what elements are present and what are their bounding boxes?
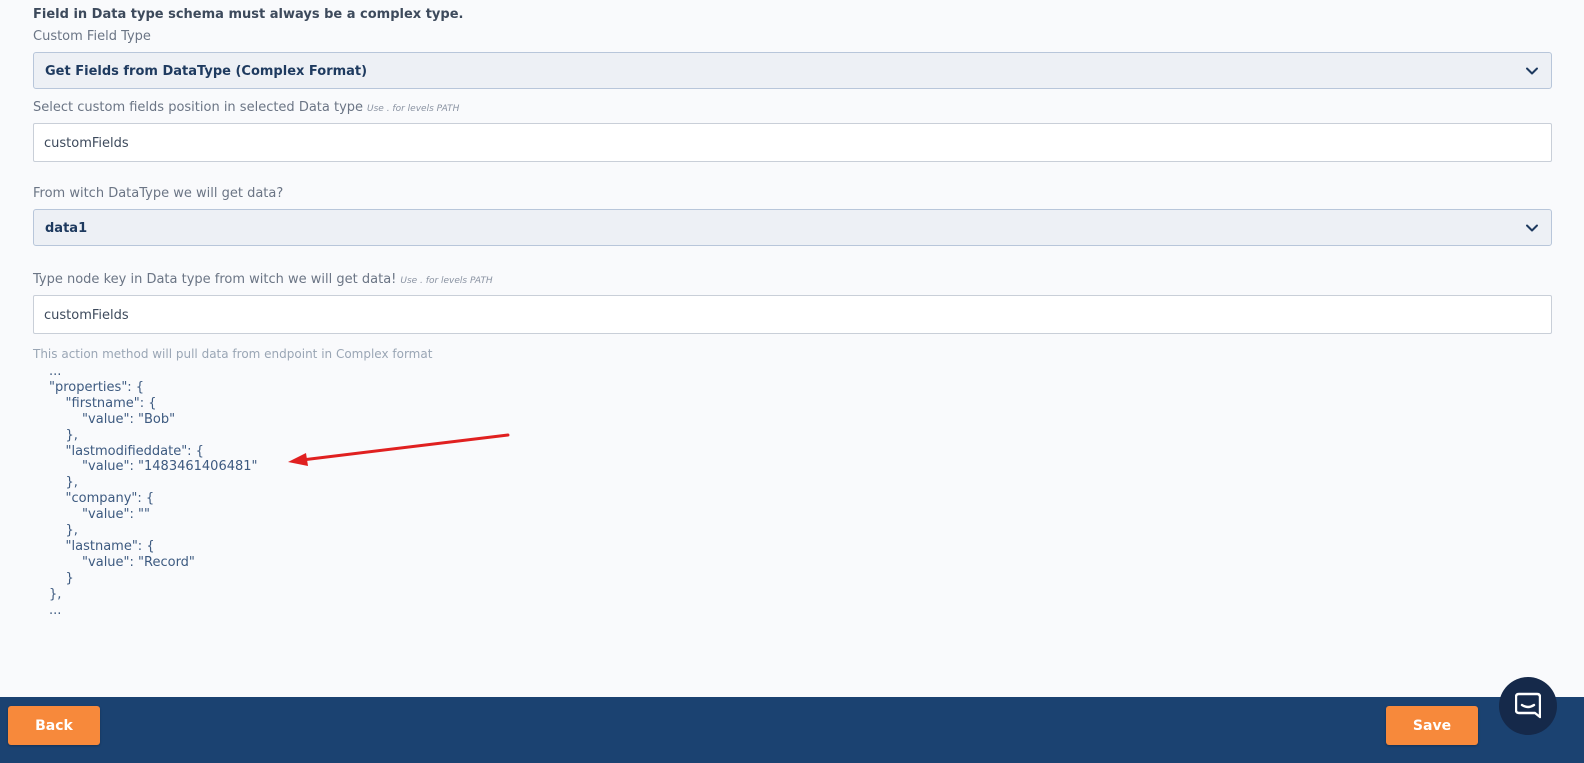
custom-field-type-label: Custom Field Type [33,29,151,44]
chat-icon [1515,692,1541,719]
example-json-code: ... "properties": { "firstname": { "valu… [49,364,258,618]
back-button[interactable]: Back [8,706,100,745]
position-field-input[interactable]: customFields [33,123,1552,162]
position-field-hint: Use . for levels PATH [367,104,460,114]
position-field-label-text: Select custom fields position in selecte… [33,100,364,115]
custom-field-type-select[interactable]: Get Fields from DataType (Complex Format… [33,52,1552,89]
save-button[interactable]: Save [1386,706,1478,745]
node-key-value: customFields [44,308,129,323]
source-datatype-label: From witch DataType we will get data? [33,186,284,201]
node-key-label-text: Type node key in Data type from witch we… [33,272,397,287]
red-arrow-annotation [288,433,510,466]
node-key-hint: Use . for levels PATH [400,276,493,286]
node-key-input[interactable]: customFields [33,295,1552,334]
chevron-down-icon [1526,224,1538,232]
custom-field-type-value: Get Fields from DataType (Complex Format… [45,64,368,79]
chat-launcher-button[interactable] [1499,677,1557,735]
node-key-label: Type node key in Data type from witch we… [33,272,493,287]
complex-format-info: This action method will pull data from e… [33,347,433,361]
page: Field in Data type schema must always be… [0,0,1584,763]
schema-notice: Field in Data type schema must always be… [33,7,464,22]
chevron-down-icon [1526,67,1538,75]
position-field-value: customFields [44,136,129,151]
source-datatype-value: data1 [45,221,88,236]
position-field-label: Select custom fields position in selecte… [33,100,459,115]
source-datatype-select[interactable]: data1 [33,209,1552,246]
footer-bar: Back Save [0,697,1584,763]
